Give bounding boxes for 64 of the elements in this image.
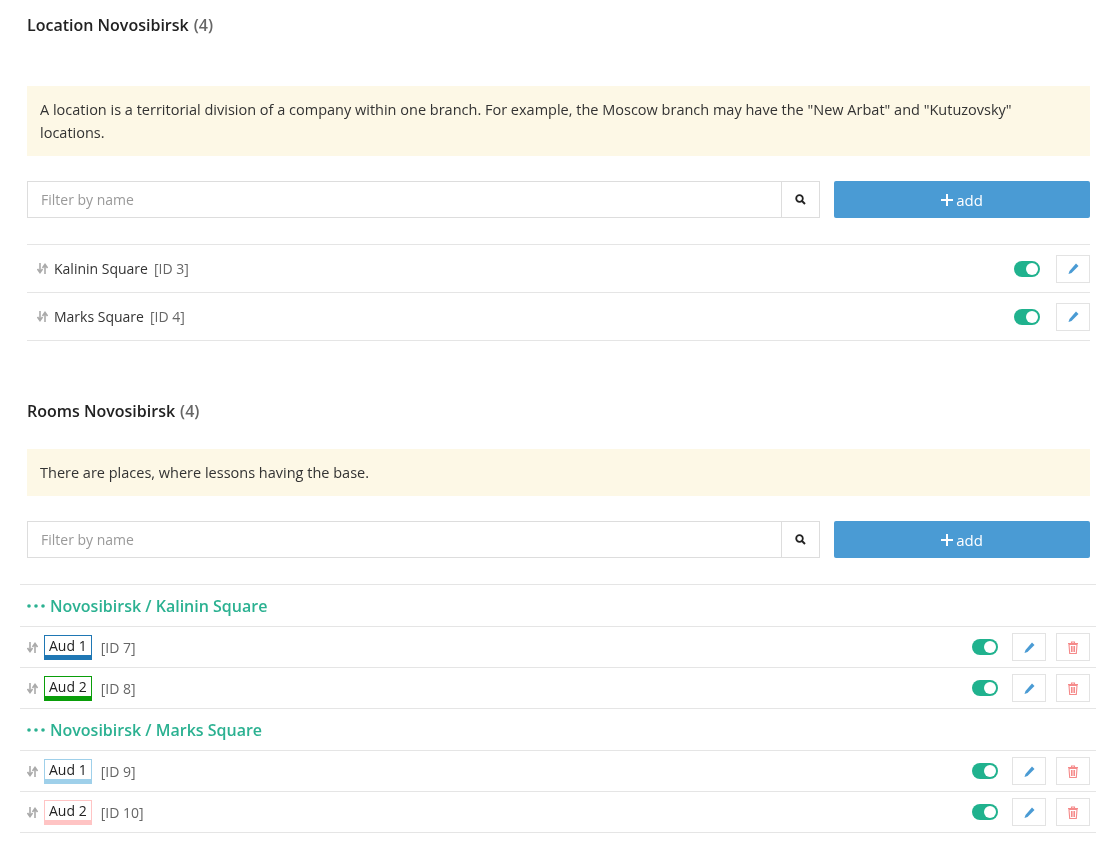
group-title: Novosibirsk / Kalinin Square [50,594,268,617]
pencil-icon [1022,681,1036,695]
location-name: Marks Square [54,307,144,326]
delete-button[interactable] [1056,757,1090,785]
pencil-icon [1022,764,1036,778]
edit-button[interactable] [1012,757,1046,785]
room-id: [ID 8] [100,678,136,698]
pencil-icon [1066,310,1080,323]
trash-icon [1067,805,1079,819]
pencil-icon [1066,262,1080,275]
room-id: [ID 10] [100,802,144,822]
section-title: Rooms Novosibirsk [27,400,176,422]
toggle-switch[interactable] [972,763,998,779]
trash-icon [1067,681,1079,695]
sort-icon[interactable] [27,641,38,653]
edit-button[interactable] [1056,302,1090,331]
delete-button[interactable] [1056,798,1090,826]
toggle-switch[interactable] [1014,308,1040,325]
item-count: (4) [193,14,213,36]
plus-icon [941,533,954,546]
search-button[interactable] [782,181,820,218]
edit-button[interactable] [1056,254,1090,283]
room-badge: Aud 1 [44,758,92,784]
room-badge: Aud 2 [44,799,92,825]
room-badge: Aud 2 [44,675,92,701]
toggle-switch[interactable] [972,804,998,820]
info-note: There are places, where lessons having the base. [27,449,1090,496]
trash-icon [1067,764,1079,778]
plus-icon [941,193,954,206]
section-title: Location Novosibirsk [27,14,189,36]
toggle-switch[interactable] [972,680,998,696]
sort-icon[interactable] [37,311,48,322]
sort-icon[interactable] [27,765,38,777]
search-icon [795,194,806,205]
toggle-switch[interactable] [972,639,998,655]
item-count: (4) [180,400,200,422]
pencil-icon [1022,805,1036,819]
search-icon [795,534,806,545]
edit-button[interactable] [1012,798,1046,826]
group-title: Novosibirsk / Marks Square [50,718,263,741]
room-id: [ID 9] [100,761,136,781]
sort-icon[interactable] [27,806,38,818]
info-note: A location is a territorial division of a company within one branch. For example, the Moscow branch may have the "New Arbat" and "Kutuzovsky" locations. [27,86,1090,156]
sort-icon[interactable] [27,682,38,694]
trash-icon [1067,640,1079,654]
room-id: [ID 7] [100,637,136,657]
location-name: Kalinin Square [54,259,148,278]
toggle-switch[interactable] [1014,260,1040,277]
delete-button[interactable] [1056,633,1090,661]
search-button[interactable] [782,521,820,558]
sort-icon[interactable] [37,263,48,274]
pencil-icon [1022,640,1036,654]
dots-icon [27,603,45,608]
room-badge: Aud 1 [44,634,92,660]
add-button[interactable]: add [834,521,1090,558]
filter-field[interactable]: Filter by name [27,181,782,218]
location-id: [ID 3] [153,259,189,278]
location-id: [ID 4] [149,307,185,326]
edit-button[interactable] [1012,633,1046,661]
delete-button[interactable] [1056,674,1090,702]
dots-icon [27,727,45,732]
add-button[interactable]: add [834,181,1090,218]
filter-field[interactable]: Filter by name [27,521,782,558]
edit-button[interactable] [1012,674,1046,702]
